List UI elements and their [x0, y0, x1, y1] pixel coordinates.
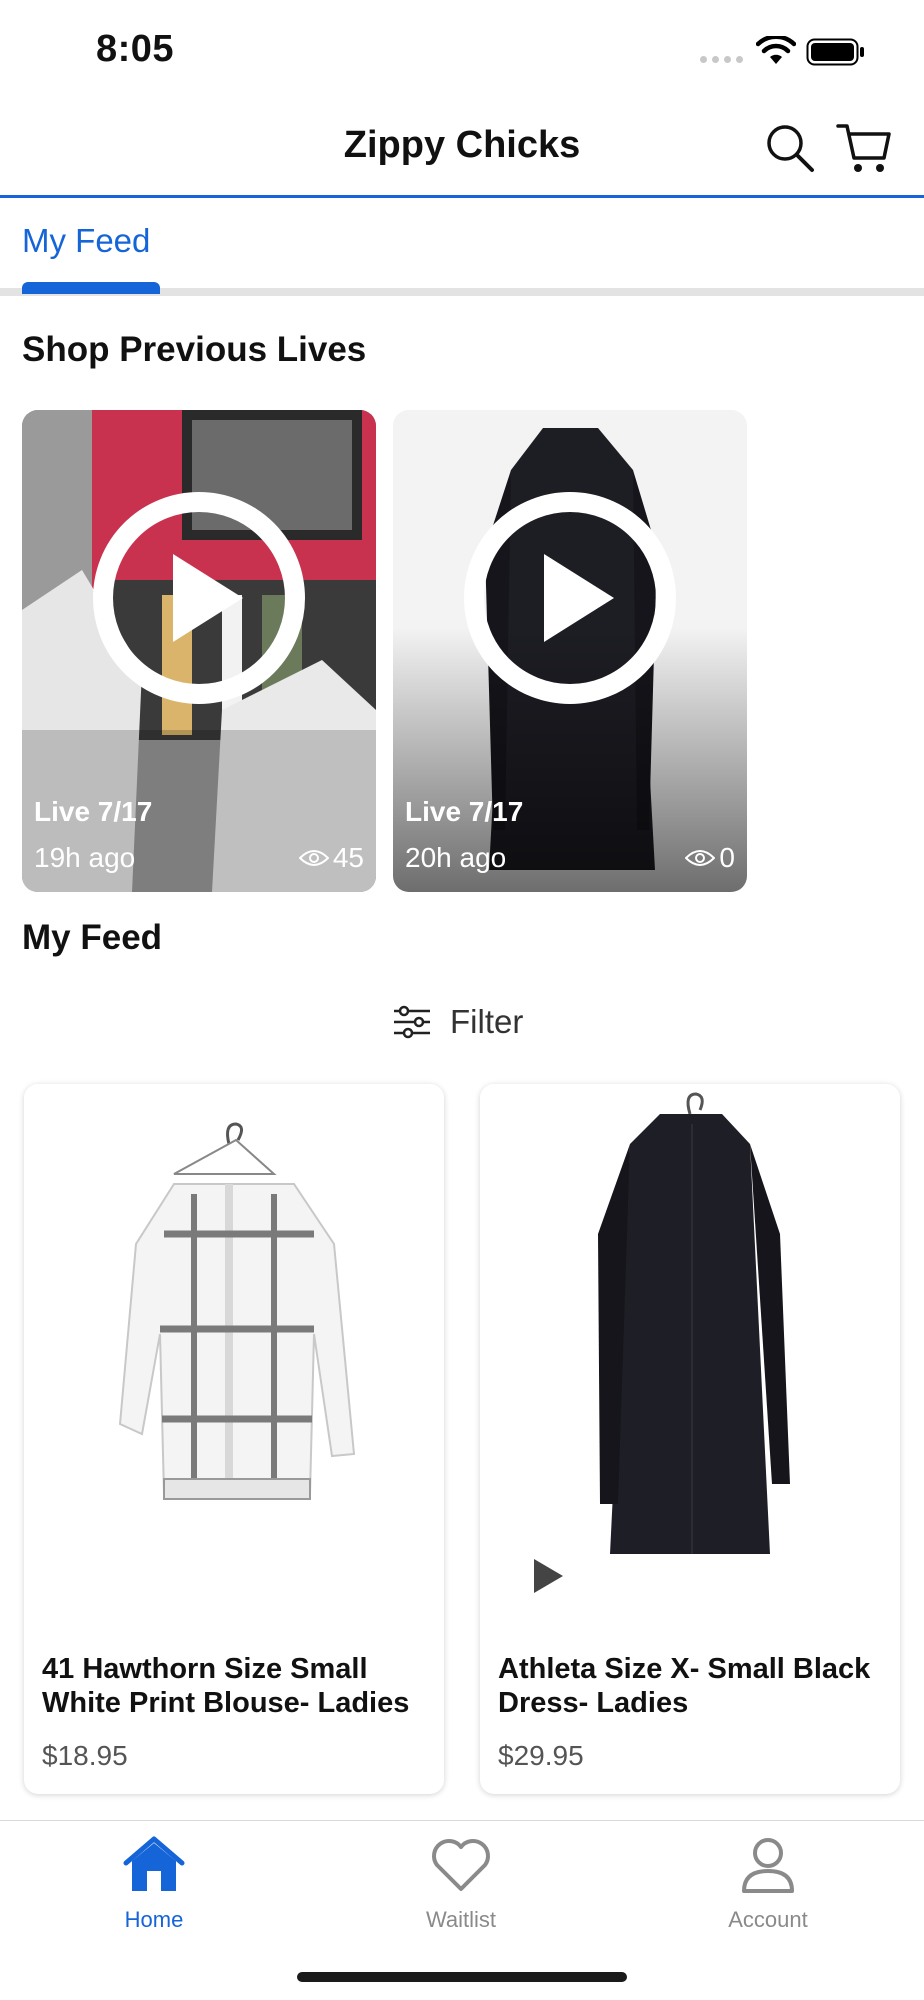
product-image-dress: [480, 1084, 900, 1624]
live-card[interactable]: Live 7/17 20h ago 0: [393, 410, 747, 892]
view-count-value: 45: [332, 842, 364, 873]
live-label: Live 7/17: [405, 796, 524, 827]
tab-active-indicator: [22, 282, 160, 294]
search-icon[interactable]: [764, 122, 816, 174]
live-card[interactable]: Live 7/17 19h ago 45: [22, 410, 376, 892]
filter-button[interactable]: Filter: [392, 998, 523, 1046]
nav-home-label: Home: [124, 1907, 184, 1932]
video-play-icon[interactable]: [530, 1556, 566, 1596]
heart-icon: [432, 1839, 490, 1891]
filter-label: Filter: [450, 1003, 524, 1040]
eye-icon: [298, 850, 329, 866]
status-time: 8:05: [96, 28, 175, 70]
product-card[interactable]: 41 Hawthorn Size Small White Print Blous…: [24, 1084, 444, 1794]
nav-account[interactable]: Account: [688, 1835, 848, 1933]
product-name: Athleta Size X- Small Black Dress- Ladie…: [498, 1653, 871, 1719]
nav-waitlist[interactable]: Waitlist: [381, 1835, 541, 1933]
view-count-value: 0: [719, 842, 735, 873]
app-header: Zippy Chicks: [0, 100, 924, 198]
previous-lives-heading: Shop Previous Lives: [22, 330, 367, 369]
play-icon[interactable]: [460, 488, 680, 708]
live-time-ago: 20h ago: [405, 842, 507, 873]
nav-account-label: Account: [728, 1907, 808, 1932]
product-card[interactable]: Athleta Size X- Small Black Dress- Ladie…: [480, 1084, 900, 1794]
battery-icon: [806, 38, 864, 66]
tab-my-feed[interactable]: My Feed: [22, 222, 150, 260]
tab-bar: My Feed: [0, 198, 924, 296]
live-view-count: 45: [298, 842, 364, 874]
person-icon: [742, 1838, 794, 1893]
sliders-icon: [394, 1005, 430, 1039]
cart-icon[interactable]: [836, 120, 892, 176]
play-icon[interactable]: [89, 488, 309, 708]
home-indicator: [297, 1972, 627, 1982]
eye-icon: [685, 850, 716, 866]
my-feed-heading: My Feed: [22, 918, 163, 957]
product-name: 41 Hawthorn Size Small White Print Blous…: [42, 1653, 410, 1719]
nav-home[interactable]: Home: [74, 1835, 234, 1933]
nav-waitlist-label: Waitlist: [425, 1907, 497, 1932]
product-image-blouse: [24, 1084, 444, 1624]
product-price: $18.95: [42, 1740, 128, 1771]
live-time-ago: 19h ago: [34, 842, 136, 873]
status-bar: 8:05: [0, 0, 924, 100]
home-icon: [123, 1836, 185, 1891]
wifi-icon: [756, 36, 796, 64]
live-label: Live 7/17: [34, 796, 153, 827]
live-view-count: 0: [685, 842, 735, 874]
product-price: $29.95: [498, 1740, 584, 1771]
cellular-signal-icon: [700, 56, 743, 63]
